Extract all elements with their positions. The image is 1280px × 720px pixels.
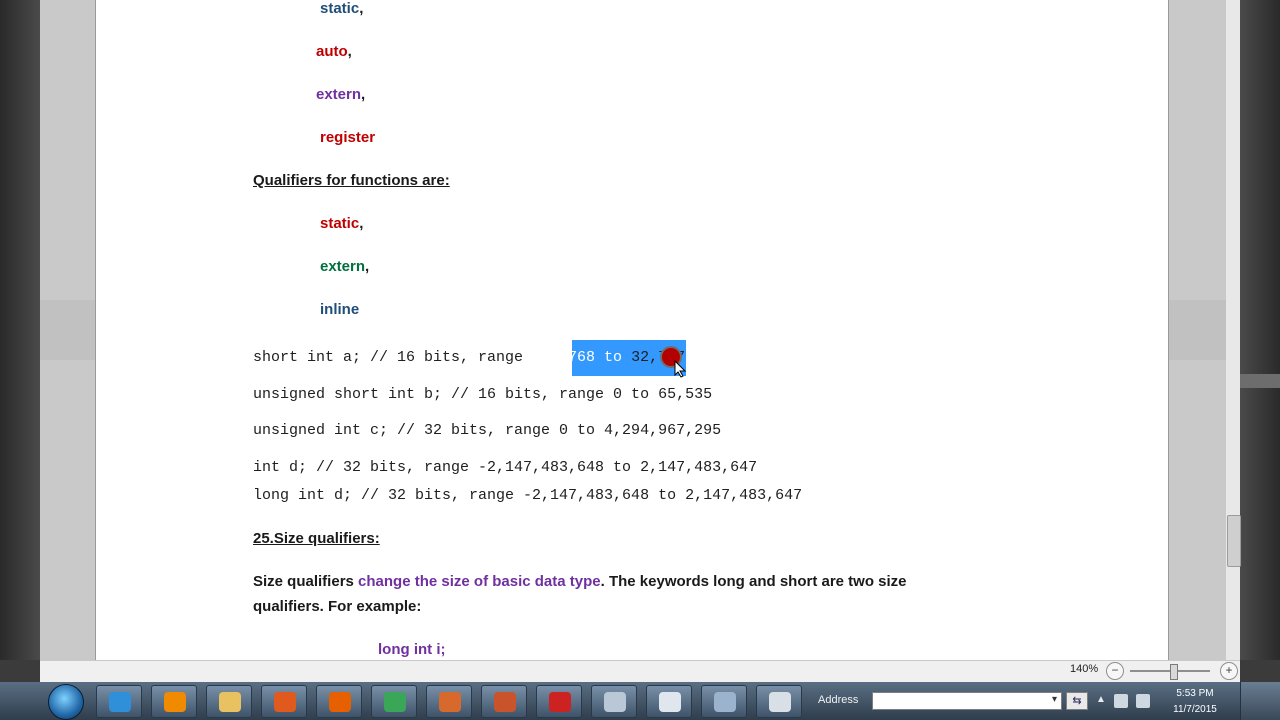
app-orange-icon [439, 692, 461, 712]
keyword-static: static [320, 215, 360, 232]
flag-tray-icon[interactable] [1136, 694, 1150, 708]
taskbar-button-window-app[interactable] [646, 685, 692, 718]
clock-time[interactable]: 5:53 PM [1170, 688, 1220, 699]
zoom-slider-thumb[interactable] [1170, 664, 1178, 680]
zoom-out-button[interactable]: − [1106, 662, 1124, 680]
address-input[interactable] [872, 692, 1062, 710]
code-short-prefix: short int a; // 16 bits, range [253, 349, 533, 366]
example-long-int: long int i; [378, 641, 446, 658]
mouse-cursor-icon [674, 360, 687, 378]
vlc-icon [164, 692, 186, 712]
folder-icon [219, 692, 241, 712]
keyword-register: register [320, 129, 376, 146]
network-tray-icon[interactable] [1114, 694, 1128, 708]
taskbar-button-firefox[interactable] [316, 685, 362, 718]
func-static-line: static, [320, 215, 363, 233]
start-button[interactable] [48, 684, 84, 720]
ie-icon [109, 692, 131, 712]
media-player-icon [274, 692, 296, 712]
selected-text[interactable]: -32,768 to [532, 349, 622, 366]
taskbar-button-folder[interactable] [206, 685, 252, 718]
comma: , [359, 215, 364, 232]
status-bar [40, 660, 1240, 683]
red-app-icon [549, 692, 571, 712]
size-paragraph-line1: Size qualifiers change the size of basic… [253, 573, 907, 591]
taskbar-button-camera-app[interactable] [481, 685, 527, 718]
taskbar-button-chrome[interactable] [371, 685, 417, 718]
vertical-scrollbar[interactable] [1226, 0, 1241, 660]
tray-expand-icon[interactable]: ▲ [1096, 694, 1106, 705]
edge-mark [1240, 374, 1280, 388]
document-page[interactable] [95, 0, 1169, 660]
address-dropdown-icon[interactable]: ▾ [1052, 694, 1057, 705]
keyword-auto: auto [316, 43, 348, 60]
right-window-edge [1240, 0, 1280, 660]
size-qualifiers-heading: 25.Size qualifiers: [253, 530, 380, 547]
func-extern-line: extern, [320, 258, 369, 276]
code-line-int[interactable]: int d; // 32 bits, range -2,147,483,648 … [253, 459, 757, 477]
keyword-inline: inline [320, 301, 360, 318]
taskbar-button-media-player[interactable] [261, 685, 307, 718]
address-go-button[interactable]: ⇆ [1066, 692, 1088, 710]
window-app-icon [659, 692, 681, 712]
network-icon [604, 692, 626, 712]
comma: , [361, 86, 366, 103]
taskbar-button-network[interactable] [591, 685, 637, 718]
camera-app-icon [494, 692, 516, 712]
zoom-in-button[interactable]: + [1220, 662, 1238, 680]
address-label: Address [818, 694, 859, 706]
code-line-ushort[interactable]: unsigned short int b; // 16 bits, range … [253, 386, 712, 404]
taskbar-button-app-orange[interactable] [426, 685, 472, 718]
left-window-edge [0, 0, 40, 660]
scrollbar-thumb[interactable] [1227, 515, 1241, 567]
zoom-level[interactable]: 140% [1070, 663, 1098, 675]
code-line-short[interactable]: short int a; // 16 bits, range -32,768 t… [253, 349, 685, 367]
code-line-long[interactable]: long int d; // 32 bits, range -2,147,483… [253, 487, 802, 505]
para-text: . The keywords long and short are two si… [600, 573, 907, 590]
tools-icon [714, 692, 736, 712]
size-paragraph-line2: qualifiers. For example: [253, 598, 422, 615]
keyword-extern: extern [320, 258, 366, 275]
show-desktop-button[interactable] [1240, 682, 1280, 720]
clock-date[interactable]: 11/7/2015 [1166, 704, 1224, 715]
para-highlight-text: change the size of basic data type [358, 573, 601, 590]
recorder-icon [769, 692, 791, 712]
taskbar-button-tools[interactable] [701, 685, 747, 718]
storage-auto-line: auto, [316, 43, 352, 61]
para-text: Size qualifiers [253, 573, 359, 590]
qualifiers-heading: Qualifiers for functions are: [253, 172, 450, 189]
taskbar-button-recorder[interactable] [756, 685, 802, 718]
comma: , [347, 43, 352, 60]
keyword-extern: extern [316, 86, 362, 103]
keyword-static: static [320, 0, 360, 17]
code-line-uint[interactable]: unsigned int c; // 32 bits, range 0 to 4… [253, 422, 721, 440]
taskbar-button-ie[interactable] [96, 685, 142, 718]
storage-static-line: static, [320, 0, 363, 18]
chrome-icon [384, 692, 406, 712]
taskbar-button-vlc[interactable] [151, 685, 197, 718]
taskbar-button-red-app[interactable] [536, 685, 582, 718]
storage-extern-line: extern, [316, 86, 365, 104]
firefox-icon [329, 692, 351, 712]
comma: , [359, 0, 364, 17]
comma: , [365, 258, 370, 275]
